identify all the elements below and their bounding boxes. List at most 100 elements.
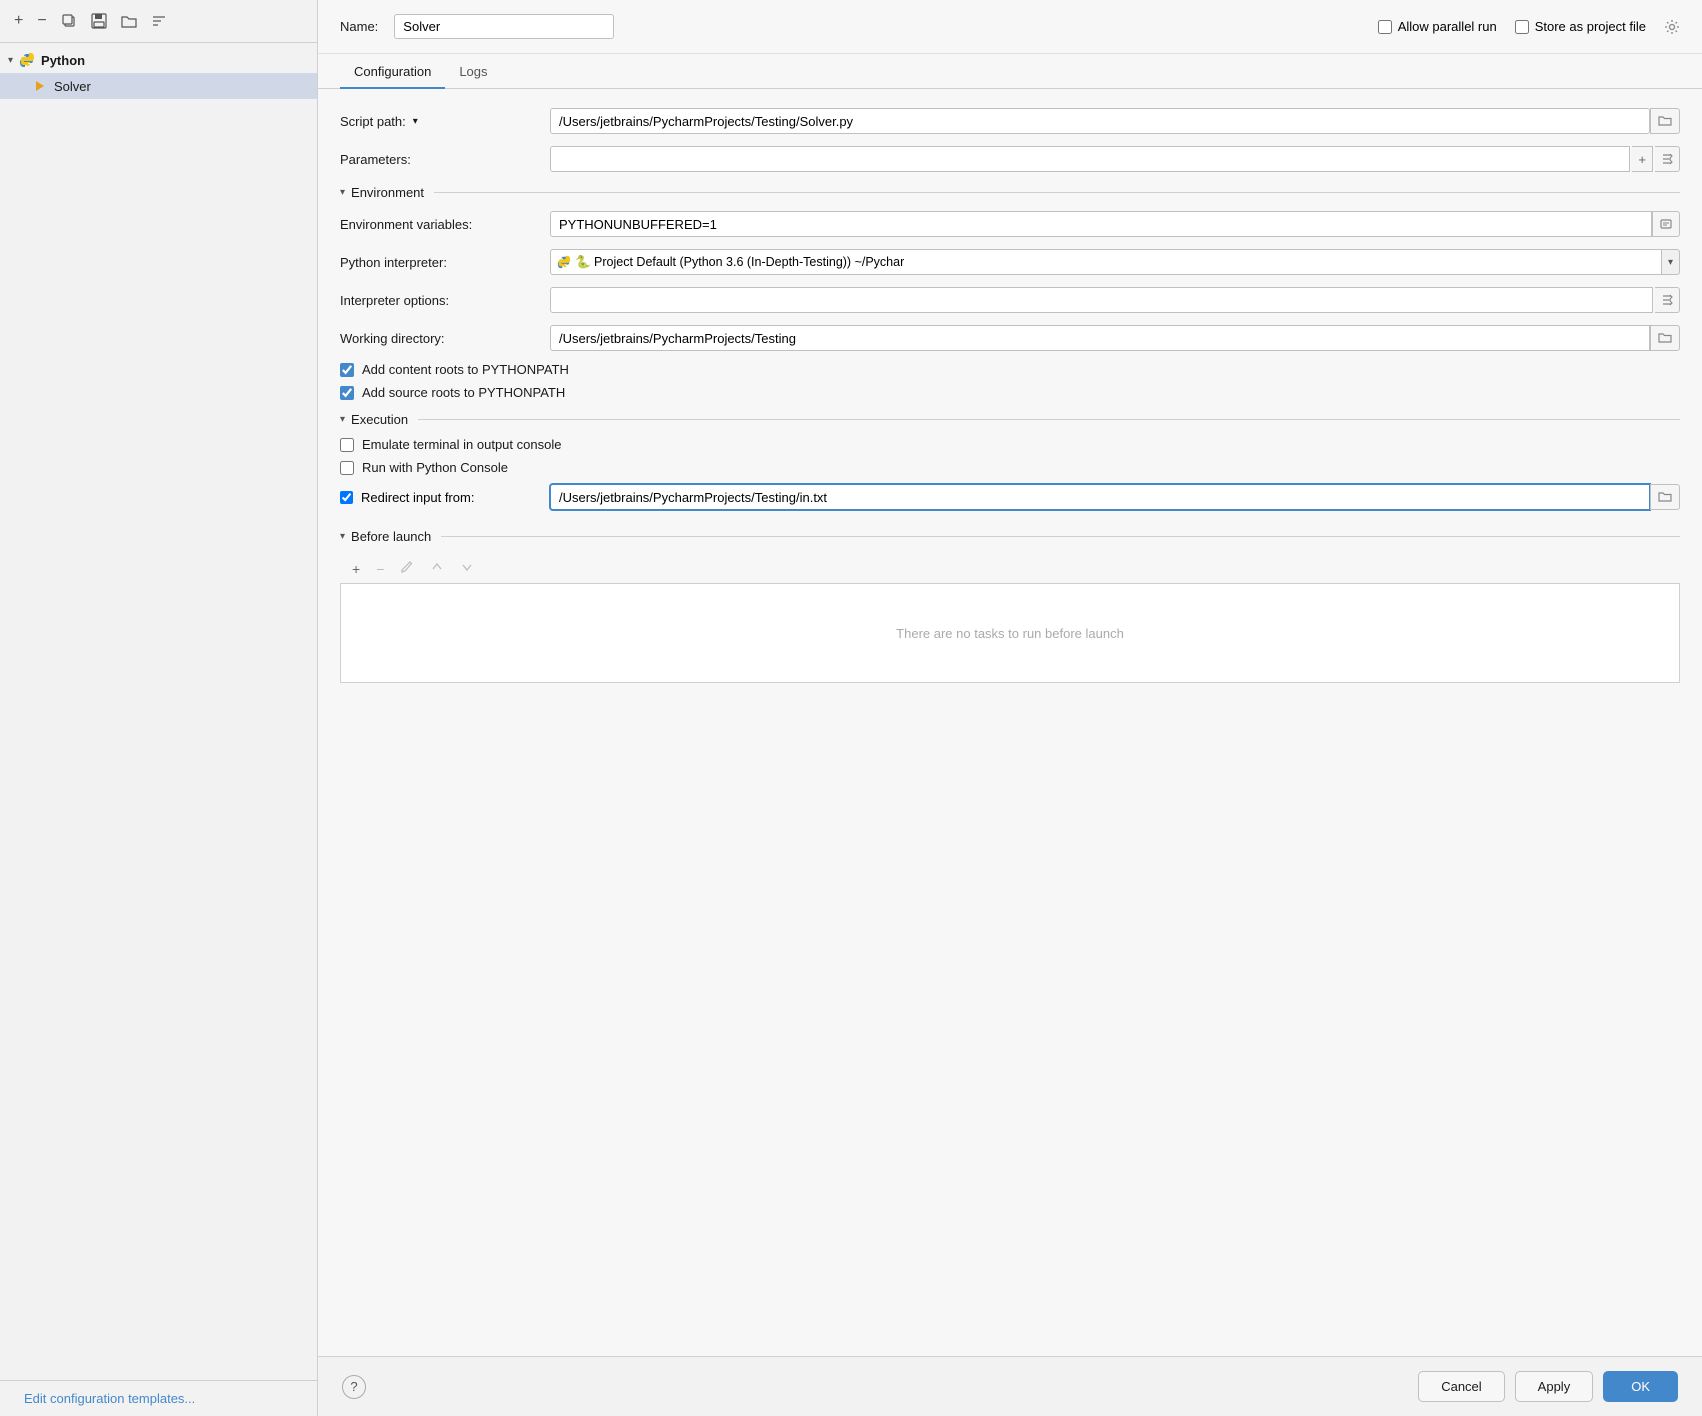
- before-launch-divider: ▾ Before launch: [340, 529, 1680, 544]
- store-project-label: Store as project file: [1535, 19, 1646, 34]
- config-name-input[interactable]: [394, 14, 614, 39]
- before-launch-collapse-arrow[interactable]: ▾: [340, 531, 345, 542]
- script-path-field: [550, 108, 1680, 134]
- environment-section-divider: ▾ Environment: [340, 185, 1680, 200]
- run-config-icon: [32, 78, 48, 94]
- working-directory-browse-btn[interactable]: [1650, 325, 1680, 351]
- solver-label: Solver: [54, 79, 91, 94]
- interpreter-select[interactable]: 🐍 Project Default (Python 3.6 (In-Depth-…: [550, 249, 1662, 275]
- save-config-btn[interactable]: [89, 11, 109, 31]
- redirect-input-field: [550, 484, 1680, 510]
- interpreter-field: 🐍 Project Default (Python 3.6 (In-Depth-…: [550, 249, 1680, 275]
- edit-templates-link[interactable]: Edit configuration templates...: [12, 1381, 207, 1416]
- sidebar: + −: [0, 0, 318, 1416]
- parameters-label: Parameters:: [340, 152, 550, 167]
- execution-collapse-arrow[interactable]: ▾: [340, 414, 345, 425]
- store-project-checkbox[interactable]: [1515, 20, 1529, 34]
- emulate-terminal-checkbox[interactable]: [340, 438, 354, 452]
- redirect-input-input[interactable]: [550, 484, 1650, 510]
- open-config-btn[interactable]: [119, 11, 139, 31]
- run-python-console-row: Run with Python Console: [340, 460, 1680, 475]
- no-tasks-text: There are no tasks to run before launch: [896, 626, 1124, 641]
- add-content-roots-label: Add content roots to PYTHONPATH: [362, 362, 569, 377]
- before-launch-add-btn[interactable]: +: [348, 559, 364, 579]
- cancel-button[interactable]: Cancel: [1418, 1371, 1504, 1402]
- config-list: ▾ Python Solver: [0, 43, 317, 103]
- before-launch-up-btn[interactable]: [426, 558, 448, 579]
- redirect-input-label-container: Redirect input from:: [340, 490, 550, 505]
- python-group-header[interactable]: ▾ Python: [0, 47, 317, 73]
- bottom-actions: Cancel Apply OK: [1418, 1371, 1678, 1402]
- script-path-browse-btn[interactable]: [1650, 108, 1680, 134]
- env-variables-field: [550, 211, 1680, 237]
- before-launch-toolbar: + −: [340, 554, 1680, 583]
- interpreter-options-label: Interpreter options:: [340, 293, 550, 308]
- remove-config-btn[interactable]: −: [35, 10, 48, 32]
- interpreter-options-input[interactable]: [550, 287, 1653, 313]
- add-source-roots-row: Add source roots to PYTHONPATH: [340, 385, 1680, 400]
- allow-parallel-group: Allow parallel run: [1378, 19, 1497, 34]
- env-variables-row: Environment variables:: [340, 210, 1680, 238]
- sidebar-toolbar: + −: [0, 0, 317, 43]
- sort-config-btn[interactable]: [149, 11, 169, 31]
- script-path-type-dropdown[interactable]: Script path: ▾: [340, 114, 418, 129]
- before-launch-divider-line: [441, 536, 1680, 537]
- tab-configuration[interactable]: Configuration: [340, 54, 445, 89]
- copy-config-btn[interactable]: [59, 11, 79, 31]
- add-content-roots-checkbox[interactable]: [340, 363, 354, 377]
- environment-divider-line: [434, 192, 1680, 193]
- working-directory-input[interactable]: [550, 325, 1650, 351]
- redirect-input-label: Redirect input from:: [361, 490, 474, 505]
- parameters-add-btn[interactable]: +: [1632, 146, 1653, 172]
- interpreter-dropdown-btn[interactable]: ▾: [1662, 249, 1680, 275]
- header-options: Allow parallel run Store as project file: [1378, 19, 1680, 35]
- apply-button[interactable]: Apply: [1515, 1371, 1594, 1402]
- emulate-terminal-row: Emulate terminal in output console: [340, 437, 1680, 452]
- before-launch-down-btn[interactable]: [456, 558, 478, 579]
- before-launch-remove-btn[interactable]: −: [372, 559, 388, 579]
- before-launch-label: Before launch: [351, 529, 431, 544]
- interpreter-options-row: Interpreter options:: [340, 286, 1680, 314]
- add-config-btn[interactable]: +: [12, 10, 25, 32]
- interpreter-options-field: [550, 287, 1680, 313]
- script-path-label-container: Script path: ▾: [340, 114, 550, 129]
- add-source-roots-checkbox[interactable]: [340, 386, 354, 400]
- environment-collapse-arrow[interactable]: ▾: [340, 187, 345, 198]
- script-path-row: Script path: ▾: [340, 107, 1680, 135]
- interpreter-row: Python interpreter: 🐍 Project Default (P…: [340, 248, 1680, 276]
- gear-settings-btn[interactable]: [1664, 19, 1680, 35]
- run-python-console-checkbox[interactable]: [340, 461, 354, 475]
- sidebar-item-solver[interactable]: Solver: [0, 73, 317, 99]
- redirect-input-browse-btn[interactable]: [1650, 484, 1680, 510]
- execution-divider-line: [418, 419, 1680, 420]
- tab-logs[interactable]: Logs: [445, 54, 501, 89]
- python-group-label: Python: [41, 53, 85, 68]
- allow-parallel-label: Allow parallel run: [1398, 19, 1497, 34]
- store-project-group: Store as project file: [1515, 19, 1646, 34]
- env-variables-edit-btn[interactable]: [1652, 211, 1680, 237]
- script-path-input[interactable]: [550, 108, 1650, 134]
- env-variables-input[interactable]: [550, 211, 1652, 237]
- working-directory-field: [550, 325, 1680, 351]
- emulate-terminal-label: Emulate terminal in output console: [362, 437, 561, 452]
- right-panel: Name: Allow parallel run Store as projec…: [318, 0, 1702, 1416]
- redirect-input-checkbox[interactable]: [340, 491, 353, 504]
- allow-parallel-checkbox[interactable]: [1378, 20, 1392, 34]
- sidebar-bottom: Edit configuration templates...: [0, 1380, 317, 1416]
- python-group-icon: [19, 52, 35, 68]
- run-python-console-label: Run with Python Console: [362, 460, 508, 475]
- before-launch-content: There are no tasks to run before launch: [340, 583, 1680, 683]
- interpreter-options-expand-btn[interactable]: [1655, 287, 1680, 313]
- parameters-input[interactable]: [550, 146, 1630, 172]
- execution-section-label: Execution: [351, 412, 408, 427]
- interpreter-label: Python interpreter:: [340, 255, 550, 270]
- script-path-dropdown-arrow: ▾: [413, 116, 418, 127]
- script-path-label: Script path:: [340, 114, 406, 129]
- parameters-expand-btn[interactable]: [1655, 146, 1680, 172]
- help-button[interactable]: ?: [342, 1375, 366, 1399]
- before-launch-section: ▾ Before launch + −: [340, 529, 1680, 683]
- before-launch-edit-btn[interactable]: [396, 558, 418, 579]
- ok-button[interactable]: OK: [1603, 1371, 1678, 1402]
- working-directory-row: Working directory:: [340, 324, 1680, 352]
- parameters-row: Parameters: +: [340, 145, 1680, 173]
